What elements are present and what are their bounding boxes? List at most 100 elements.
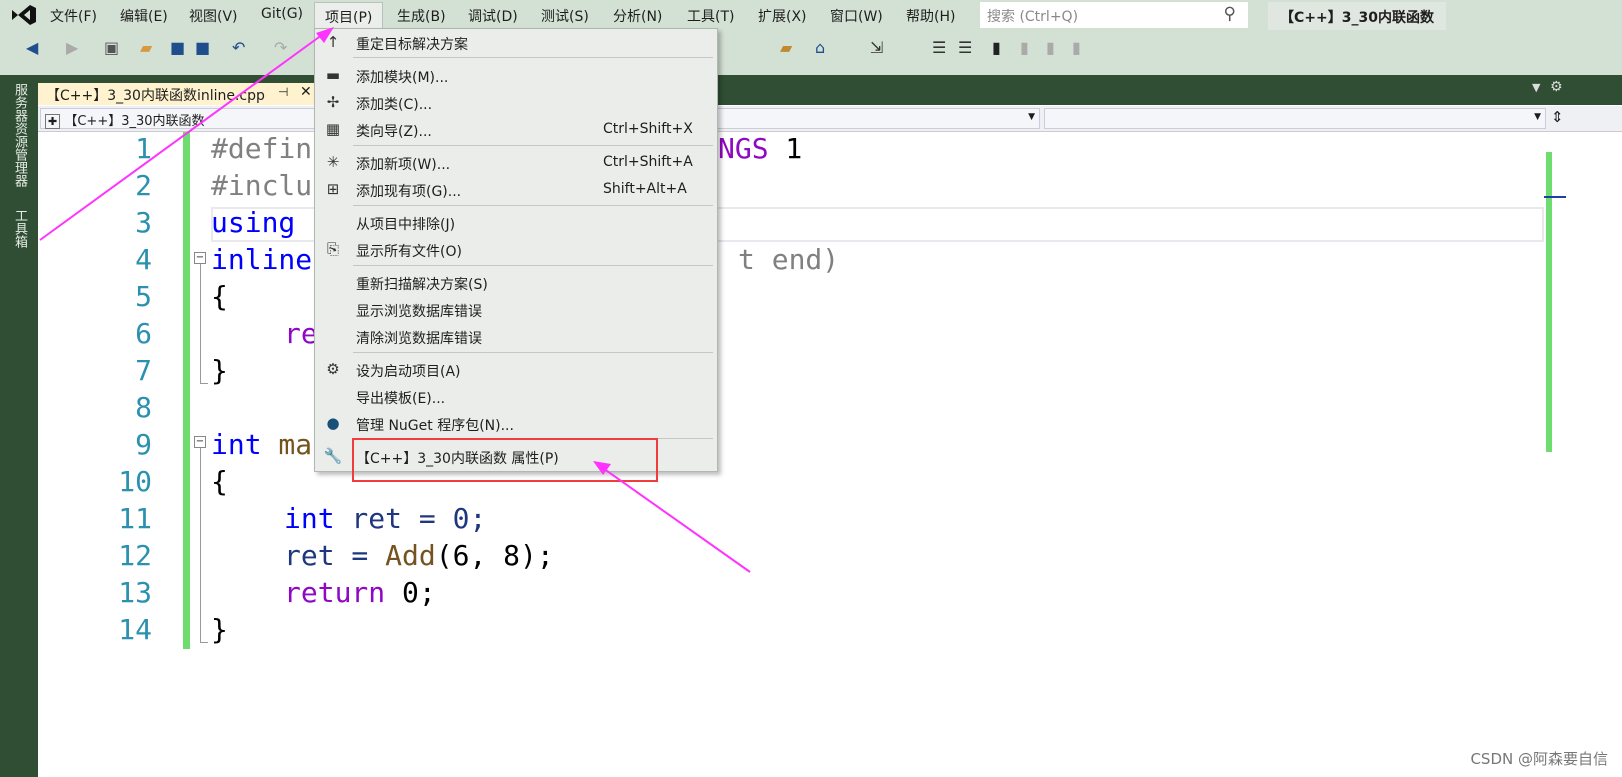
menu-4[interactable]: 项目(P)	[314, 2, 384, 30]
outline-guide	[200, 448, 208, 643]
next-bookmark-icon[interactable]: ▮	[1046, 38, 1055, 57]
menu-item-6[interactable]: 从项目中排除(J)	[315, 210, 717, 236]
line-number: 11	[118, 502, 152, 535]
line-number: 6	[135, 317, 152, 350]
add-existing-item-icon: ⊞	[326, 180, 340, 198]
menu-item-13[interactable]: ● 管理 NuGet 程序包(N)...	[315, 411, 717, 437]
search-input[interactable]: 搜索 (Ctrl+Q) ⚲	[980, 2, 1248, 28]
menu-item-9[interactable]: 显示浏览数据库错误	[315, 297, 717, 323]
save-all-icon[interactable]: ■	[195, 38, 210, 57]
clear-bookmarks-icon[interactable]: ▮	[1072, 38, 1081, 57]
close-icon[interactable]: ✕	[300, 84, 312, 100]
menu-item-12[interactable]: 导出模板(E)...	[315, 384, 717, 410]
find-in-files-icon[interactable]: ▰	[780, 38, 792, 57]
toolbox-tab[interactable]: 工具箱	[10, 209, 29, 248]
home-icon[interactable]: ⌂	[815, 38, 825, 57]
code-line-9: int ma	[211, 428, 313, 461]
menu-separator	[353, 352, 713, 353]
menu-item-label: 添加模块(M)...	[356, 70, 449, 86]
menu-6[interactable]: 调试(D)	[468, 6, 518, 26]
back-icon[interactable]: ◀	[26, 38, 38, 57]
line-number: 12	[118, 539, 152, 572]
menu-3[interactable]: Git(G)	[261, 6, 303, 22]
line-number: 10	[118, 465, 152, 498]
code-line-14: }	[211, 613, 228, 646]
menu-8[interactable]: 分析(N)	[613, 6, 662, 26]
left-tool-strip: 服务器资源管理器 工具箱	[0, 75, 38, 777]
menu-item-7[interactable]: ⎘ 显示所有文件(O)	[315, 237, 717, 263]
line-number: 4	[135, 243, 152, 276]
code-line-12: ret = Add(6, 8);	[284, 539, 554, 572]
code-line-5: {	[211, 280, 228, 313]
line-number: 13	[118, 576, 152, 609]
menu-item-5[interactable]: ⊞ 添加现有项(G)... Shift+Alt+A	[315, 177, 717, 203]
menu-10[interactable]: 扩展(X)	[758, 6, 807, 26]
menu-item-shortcut: Ctrl+Shift+A	[603, 154, 693, 170]
menu-item-1[interactable]: ▬ 添加模块(M)...	[315, 63, 717, 89]
search-icon[interactable]: ⚲	[1224, 4, 1236, 24]
menu-separator	[353, 205, 713, 206]
project-menu-dropdown: ↑ 重定目标解决方案 ▬ 添加模块(M)... ✢ 添加类(C)... ▦ 类向导(Z)...…	[314, 28, 718, 472]
server-explorer-tab[interactable]: 服务器资源管理器	[10, 83, 29, 187]
menu-item-shortcut: Ctrl+Shift+X	[603, 121, 693, 137]
tab-list-dropdown-icon[interactable]: ▼	[1532, 81, 1540, 94]
search-placeholder: 搜索 (Ctrl+Q)	[987, 9, 1079, 25]
arrow-up-icon: ↑	[326, 33, 340, 51]
highlight-box	[352, 438, 658, 482]
bookmark-icon[interactable]: ▮	[992, 38, 1001, 57]
uncomment-icon[interactable]: ☰	[958, 38, 972, 57]
undo-icon[interactable]: ↶	[232, 38, 245, 57]
menu-2[interactable]: 视图(V)	[189, 6, 238, 26]
step-into-icon[interactable]: ⇲	[870, 38, 883, 57]
code-line-4: inline	[211, 243, 313, 276]
project-icon: ✚	[45, 114, 61, 129]
code-line-7: }	[211, 354, 228, 387]
comment-icon[interactable]: ☰	[932, 38, 946, 57]
member-dropdown[interactable]: ▼	[1044, 108, 1546, 129]
menu-0[interactable]: 文件(F)	[50, 6, 97, 26]
open-folder-icon[interactable]: ▰	[140, 38, 152, 57]
change-tracking-bar	[183, 132, 190, 649]
prev-bookmark-icon[interactable]: ▮	[1020, 38, 1029, 57]
tab-inline-cpp[interactable]: 【C++】3_30内联函数inline.cpp ⊣ ✕	[38, 83, 318, 105]
menu-separator	[353, 265, 713, 266]
new-project-icon[interactable]: ▣	[104, 38, 119, 57]
split-editor-icon[interactable]: ⇕	[1551, 108, 1564, 126]
menu-item-10[interactable]: 清除浏览数据库错误	[315, 324, 717, 350]
menu-item-8[interactable]: 重新扫描解决方案(S)	[315, 270, 717, 296]
menu-12[interactable]: 帮助(H)	[906, 6, 955, 26]
menu-item-0[interactable]: ↑ 重定目标解决方案	[315, 30, 717, 56]
menu-7[interactable]: 测试(S)	[541, 6, 589, 26]
menu-item-label: 重新扫描解决方案(S)	[356, 277, 488, 293]
save-icon[interactable]: ■	[170, 38, 185, 57]
menu-item-2[interactable]: ✢ 添加类(C)...	[315, 90, 717, 116]
menu-11[interactable]: 窗口(W)	[830, 6, 883, 26]
menu-5[interactable]: 生成(B)	[397, 6, 446, 26]
collapse-icon[interactable]: −	[194, 252, 206, 264]
menu-item-label: 添加现有项(G)...	[356, 184, 462, 200]
scrollbar-caret-marker	[1544, 196, 1566, 198]
menu-item-label: 清除浏览数据库错误	[356, 331, 482, 347]
code-line-1: #defin	[211, 132, 313, 165]
code-line-11: int ret = 0;	[284, 502, 487, 535]
forward-icon[interactable]: ▶	[66, 38, 78, 57]
add-class-icon: ✢	[326, 93, 340, 111]
outline-guide	[200, 264, 208, 384]
visual-studio-logo[interactable]	[10, 4, 38, 26]
line-number: 7	[135, 354, 152, 387]
menu-1[interactable]: 编辑(E)	[120, 6, 168, 26]
gear-icon: ⚙	[326, 360, 340, 378]
menu-separator	[353, 57, 713, 58]
settings-gear-icon[interactable]: ⚙	[1550, 79, 1563, 95]
code-line-2: #inclu	[211, 169, 313, 202]
nuget-icon: ●	[326, 414, 340, 432]
redo-icon[interactable]: ↷	[274, 38, 287, 57]
chevron-down-icon: ▼	[1028, 112, 1035, 122]
collapse-icon[interactable]: −	[194, 436, 206, 448]
class-wizard-icon: ▦	[325, 120, 341, 138]
menu-9[interactable]: 工具(T)	[687, 6, 734, 26]
menu-item-4[interactable]: ✳ 添加新项(W)... Ctrl+Shift+A	[315, 150, 717, 176]
menu-item-3[interactable]: ▦ 类向导(Z)... Ctrl+Shift+X	[315, 117, 717, 143]
menu-item-11[interactable]: ⚙ 设为启动项目(A)	[315, 357, 717, 383]
pin-icon[interactable]: ⊣	[278, 85, 288, 99]
